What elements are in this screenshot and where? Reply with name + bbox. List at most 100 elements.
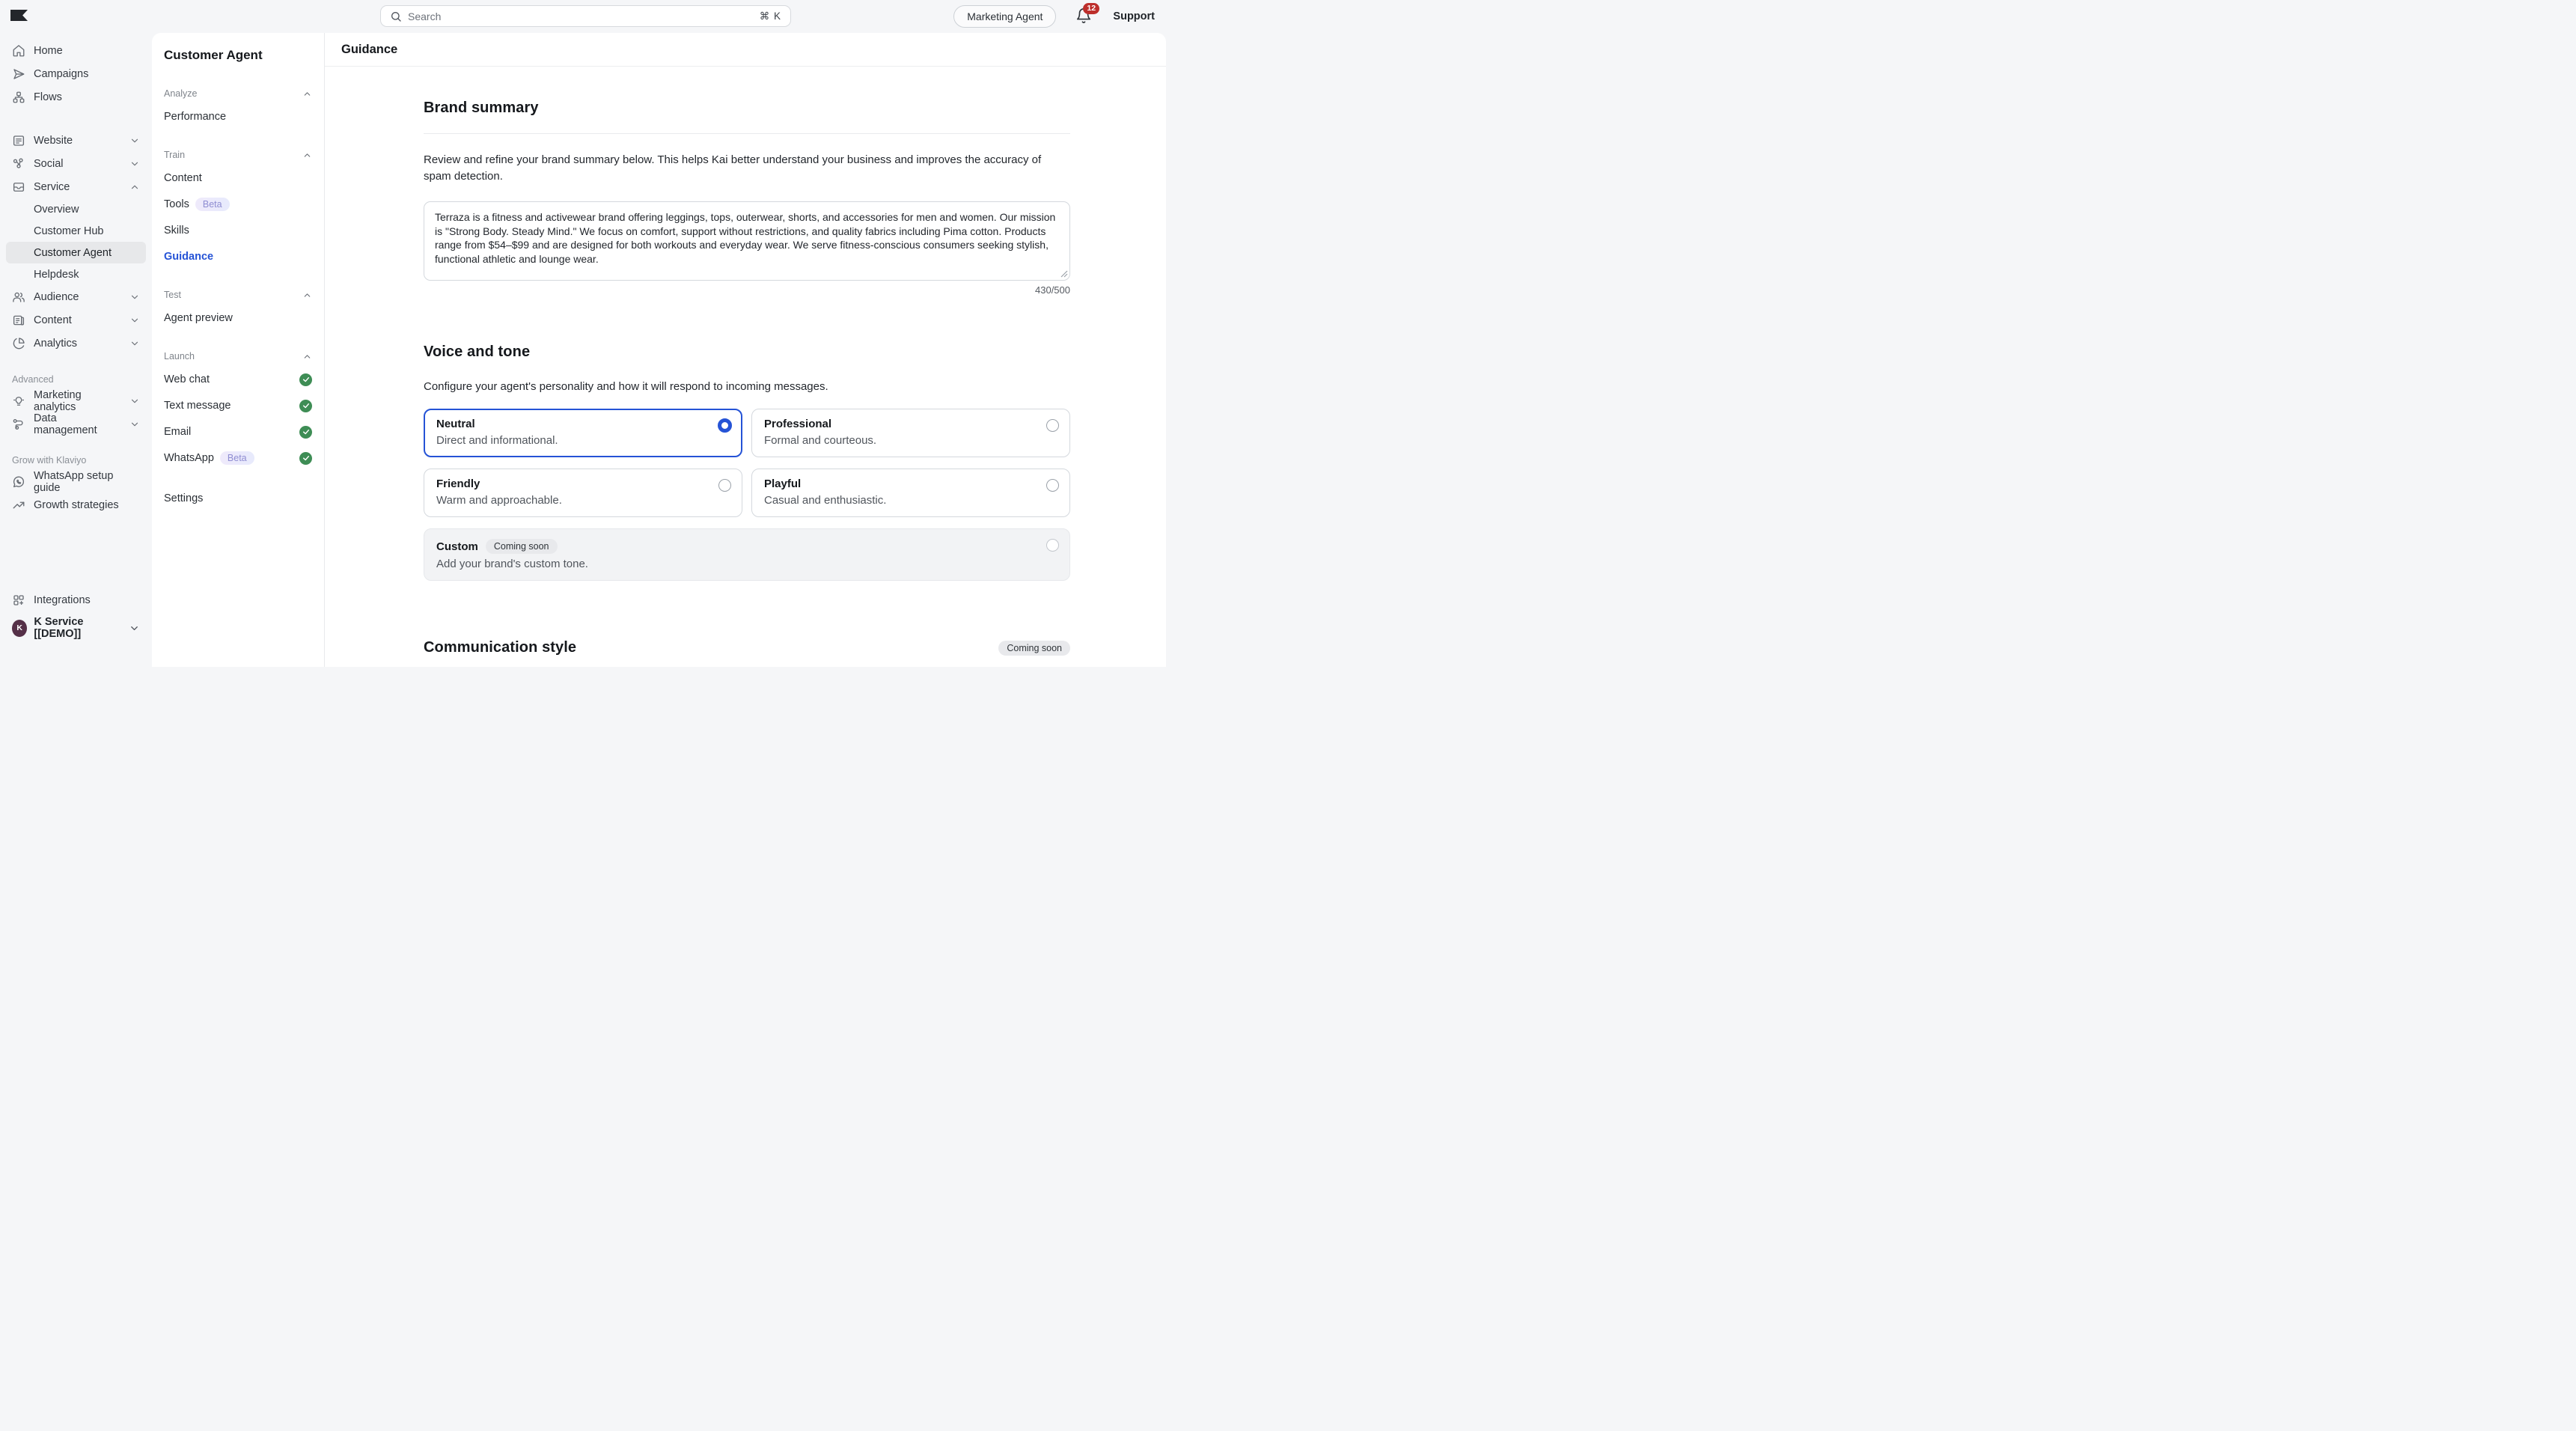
global-search-input[interactable]: Search ⌘ K — [380, 5, 791, 27]
brand-summary-textarea[interactable]: Terraza is a fitness and activewear bran… — [424, 201, 1070, 281]
coming-soon-badge: Coming soon — [486, 539, 558, 554]
marketing-agent-button[interactable]: Marketing Agent — [953, 5, 1056, 28]
sidebar-item-integrations[interactable]: Integrations — [6, 588, 146, 611]
panel-title: Customer Agent — [164, 48, 312, 63]
panel-item-whatsapp[interactable]: WhatsApp Beta — [164, 451, 312, 466]
whatsapp-icon — [12, 475, 25, 489]
chevron-down-icon — [129, 419, 140, 430]
account-switcher[interactable]: K K Service [[DEMO]] — [6, 611, 146, 644]
beta-badge: Beta — [195, 198, 230, 211]
sidebar-spacer — [6, 516, 146, 588]
users-icon — [12, 290, 25, 304]
page-title: Guidance — [325, 33, 1166, 67]
sidebar-item-customer-agent[interactable]: Customer Agent — [6, 242, 146, 263]
klaviyo-logo-icon[interactable] — [10, 10, 28, 21]
check-circle-icon — [299, 426, 312, 439]
tone-option-friendly[interactable]: Friendly Warm and approachable. — [424, 469, 742, 517]
notification-count-badge: 12 — [1083, 3, 1099, 14]
radio-unselected-icon[interactable] — [1046, 419, 1059, 432]
section-divider — [424, 133, 1070, 134]
search-icon — [390, 10, 402, 22]
chevron-up-icon — [302, 89, 312, 99]
tone-options-grid: Neutral Direct and informational. Profes… — [424, 409, 1070, 581]
panel-section-analyze[interactable]: Analyze — [164, 88, 312, 99]
sidebar-item-social[interactable]: Social — [6, 152, 146, 175]
panel-item-settings[interactable]: Settings — [164, 492, 312, 504]
support-link[interactable]: Support — [1113, 10, 1155, 22]
brand-summary-heading: Brand summary — [424, 100, 1070, 117]
chevron-down-icon — [129, 315, 140, 326]
radio-unselected-icon[interactable] — [1046, 479, 1059, 492]
radio-disabled-icon — [1046, 539, 1059, 552]
communication-style-heading: Communication style — [424, 639, 576, 656]
search-shortcut-hint: ⌘ K — [760, 10, 781, 22]
integrations-icon — [12, 594, 25, 607]
chevron-down-icon — [129, 159, 140, 169]
panel-item-performance[interactable]: Performance — [164, 109, 312, 124]
panel-section-train[interactable]: Train — [164, 150, 312, 160]
chevron-down-icon — [129, 292, 140, 302]
flows-icon — [12, 91, 25, 104]
panel-item-tools[interactable]: Tools Beta — [164, 197, 312, 212]
sidebar-item-helpdesk[interactable]: Helpdesk — [6, 263, 146, 285]
sidebar-gap — [6, 109, 146, 129]
notifications-button[interactable]: 12 — [1075, 7, 1093, 25]
sidebar-item-whatsapp-setup-guide[interactable]: WhatsApp setup guide — [6, 470, 146, 493]
sidebar-item-campaigns[interactable]: Campaigns — [6, 62, 146, 85]
panel-item-web-chat[interactable]: Web chat — [164, 372, 312, 387]
tone-option-neutral[interactable]: Neutral Direct and informational. — [424, 409, 742, 457]
panel-item-email[interactable]: Email — [164, 424, 312, 439]
sidebar-item-customer-hub[interactable]: Customer Hub — [6, 220, 146, 242]
radio-selected-icon[interactable] — [718, 418, 732, 433]
lightbulb-icon — [12, 394, 25, 408]
tone-option-professional[interactable]: Professional Formal and courteous. — [751, 409, 1070, 457]
panel-item-agent-preview[interactable]: Agent preview — [164, 311, 312, 326]
panel-section-launch[interactable]: Launch — [164, 351, 312, 361]
sidebar-item-overview[interactable]: Overview — [6, 198, 146, 220]
panel-item-text-message[interactable]: Text message — [164, 398, 312, 413]
panel-item-skills[interactable]: Skills — [164, 223, 312, 238]
chevron-up-icon — [129, 182, 140, 192]
send-icon — [12, 67, 25, 81]
chevron-down-icon — [129, 135, 140, 146]
check-circle-icon — [299, 400, 312, 412]
tone-option-custom: Custom Coming soon Add your brand's cust… — [424, 528, 1070, 581]
sidebar-item-analytics[interactable]: Analytics — [6, 332, 146, 355]
chevron-down-icon — [129, 623, 140, 634]
sidebar-item-growth-strategies[interactable]: Growth strategies — [6, 493, 146, 516]
main-content: Guidance Brand summary Review and refine… — [325, 33, 1166, 667]
resize-handle-icon[interactable] — [1060, 270, 1068, 278]
main-card: Customer Agent Analyze Performance Train… — [152, 33, 1166, 667]
coming-soon-badge: Coming soon — [998, 641, 1070, 656]
data-nodes-icon — [12, 418, 25, 431]
panel-item-content[interactable]: Content — [164, 171, 312, 186]
social-icon — [12, 157, 25, 171]
trending-up-icon — [12, 498, 25, 512]
sidebar-item-data-management[interactable]: Data management — [6, 412, 146, 436]
primary-sidebar: Home Campaigns Flows Website Social Serv… — [0, 33, 152, 652]
beta-badge: Beta — [220, 451, 254, 465]
news-icon — [12, 314, 25, 327]
sidebar-item-website[interactable]: Website — [6, 129, 146, 152]
customer-agent-panel: Customer Agent Analyze Performance Train… — [152, 33, 325, 667]
sidebar-item-home[interactable]: Home — [6, 39, 146, 62]
website-icon — [12, 134, 25, 147]
account-name: K Service [[DEMO]] — [34, 616, 122, 640]
sidebar-item-marketing-analytics[interactable]: Marketing analytics — [6, 389, 146, 412]
panel-section-test[interactable]: Test — [164, 290, 312, 300]
panel-item-guidance[interactable]: Guidance — [164, 249, 312, 264]
sidebar-item-service[interactable]: Service — [6, 175, 146, 198]
sidebar-item-flows[interactable]: Flows — [6, 85, 146, 109]
chevron-down-icon — [129, 338, 140, 349]
sidebar-section-grow: Grow with Klaviyo — [6, 455, 146, 466]
chevron-down-icon — [129, 396, 140, 406]
chevron-up-icon — [302, 290, 312, 300]
sidebar-item-content[interactable]: Content — [6, 308, 146, 332]
radio-unselected-icon[interactable] — [718, 479, 731, 492]
voice-tone-description: Configure your agent's personality and h… — [424, 379, 1070, 395]
check-circle-icon — [299, 452, 312, 465]
tone-option-playful[interactable]: Playful Casual and enthusiastic. — [751, 469, 1070, 517]
home-icon — [12, 44, 25, 58]
sidebar-item-audience[interactable]: Audience — [6, 285, 146, 308]
sidebar-section-advanced: Advanced — [6, 374, 146, 385]
